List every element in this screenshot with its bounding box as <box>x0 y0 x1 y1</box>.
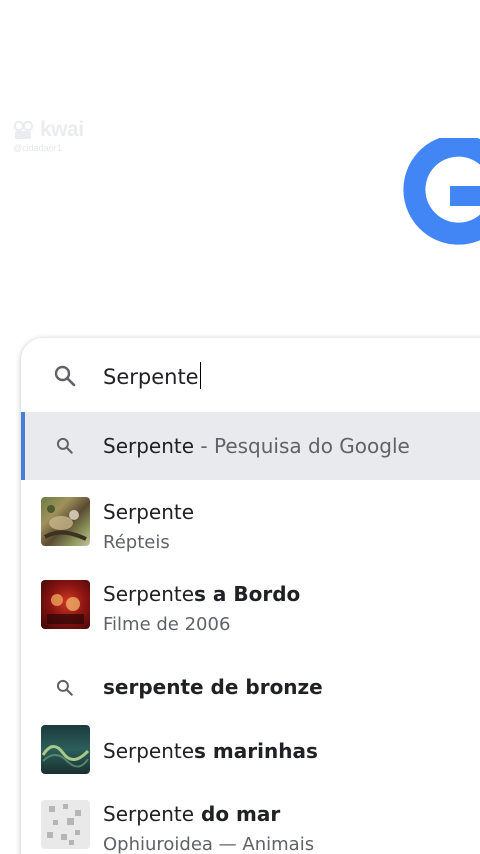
search-icon <box>54 365 76 387</box>
watermark-brand: kwai <box>40 118 84 141</box>
suggestion-text: Serpentes a Bordo <box>103 580 300 608</box>
search-input[interactable]: Serpente <box>103 362 202 392</box>
suggestion-label: Serpente <box>103 500 195 524</box>
sea-snake-thumbnail <box>41 725 90 774</box>
suggestion-label-plain: Serpente <box>103 739 195 763</box>
suggestion-item[interactable]: serpente de bronze <box>21 660 480 716</box>
suggestion-item[interactable]: Serpente Répteis <box>21 492 480 568</box>
suggestion-text: Serpente - Pesquisa do Google <box>103 432 410 460</box>
screen: kwai @cidadaor1 Serpente Serpente - Pesq… <box>0 0 480 854</box>
movie-poster-thumbnail <box>41 580 90 629</box>
suggestion-subtitle: Filme de 2006 <box>103 614 231 635</box>
search-icon <box>56 679 73 696</box>
suggestion-label-plain: Serpente <box>103 802 195 826</box>
suggestion-text: Serpente do mar <box>103 800 280 828</box>
suggestion-label-bold: de bronze <box>203 675 323 699</box>
suggestion-label-plain: serpente <box>103 675 204 699</box>
reptile-thumbnail <box>41 497 90 546</box>
ophiuroidea-thumbnail <box>41 800 90 849</box>
text-caret <box>199 362 202 389</box>
kwai-watermark: kwai @cidadaor1 <box>12 118 84 153</box>
google-g-logo <box>403 138 480 245</box>
suggestion-subtitle: Répteis <box>103 532 170 553</box>
suggestion-label-bold: s a Bordo <box>194 582 301 606</box>
suggestion-subtitle: Ophiuroidea — Animais <box>103 834 315 854</box>
search-box[interactable]: Serpente <box>21 338 480 414</box>
kwai-camera-icon <box>13 120 34 139</box>
suggestion-item[interactable]: Serpentes marinhas <box>21 722 480 788</box>
watermark-handle: @cidadaor1 <box>13 143 62 153</box>
search-panel: Serpente Serpente - Pesquisa do Google S… <box>21 338 480 854</box>
search-query-text: Serpente <box>103 365 199 389</box>
suggestion-label-bold: do mar <box>194 802 281 826</box>
suggestion-item[interactable]: Serpentes a Bordo Filme de 2006 <box>21 574 480 650</box>
suggestion-item[interactable]: Serpente do mar Ophiuroidea — Animais <box>21 794 480 854</box>
suggestion-text: serpente de bronze <box>103 673 323 701</box>
suggestion-label: Serpente <box>103 434 195 458</box>
suggestion-text: Serpentes marinhas <box>103 737 318 765</box>
suggestion-label-plain: Serpente <box>103 582 195 606</box>
suggestion-label-bold: s marinhas <box>194 739 318 763</box>
suggestion-item[interactable]: Serpente - Pesquisa do Google <box>21 412 480 480</box>
search-icon <box>56 437 73 454</box>
suggestion-source: Pesquisa do Google <box>213 434 410 458</box>
suggestion-separator: - <box>194 434 214 458</box>
